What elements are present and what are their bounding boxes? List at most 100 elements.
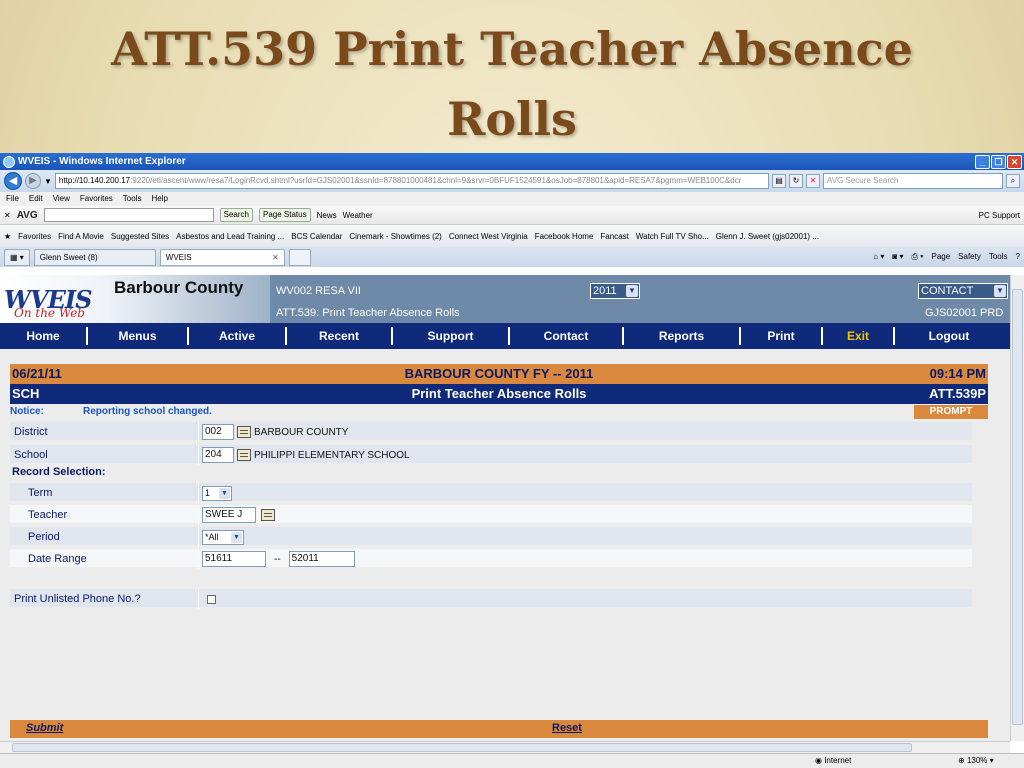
phone-label: Print Unlisted Phone No.? (14, 593, 141, 605)
forward-icon[interactable]: ▶ (25, 173, 41, 189)
period-select[interactable]: *All ▼ (202, 529, 244, 545)
page-status-button[interactable]: Page Status (259, 208, 311, 222)
favorites-star-icon[interactable]: ★ (4, 232, 11, 241)
menu-tools[interactable]: Tools (123, 192, 142, 206)
app-header: WVEIS On the Web Barbour County WV002 RE… (0, 275, 1010, 323)
contact-select[interactable]: CONTACT ▼ (918, 283, 1008, 299)
new-tab-button[interactable] (288, 248, 311, 266)
tab-glenn-sweet[interactable]: Glenn Sweet (8) (33, 248, 156, 266)
vertical-scrollbar[interactable] (1010, 275, 1024, 741)
help-icon[interactable]: ? (1016, 252, 1020, 262)
term-row: Term 1 ▼ (10, 483, 972, 503)
history-dropdown-icon[interactable]: ▼ (44, 177, 52, 186)
nav-print[interactable]: Print (741, 327, 823, 345)
phone-row: Print Unlisted Phone No.? (10, 589, 972, 609)
favorite-link[interactable]: Find A Movie (58, 232, 104, 241)
address-bar: ◀ ▶ ▼ http://10.140.200.17:9220/etl/asce… (0, 170, 1024, 192)
teacher-row: Teacher SWEE J (10, 505, 972, 525)
nav-contact[interactable]: Contact (510, 327, 624, 345)
page-name: ATT.539: Print Teacher Absence Rolls (276, 307, 460, 319)
stop-icon[interactable]: ✕ (806, 174, 820, 188)
favorite-link[interactable]: Cinemark - Showtimes (2) (349, 232, 441, 241)
term-select[interactable]: 1 ▼ (202, 485, 232, 501)
favorites-button[interactable]: Favorites (18, 232, 51, 241)
year-select[interactable]: 2011 ▼ (590, 283, 640, 299)
lookup-icon[interactable] (237, 449, 251, 461)
menu-help[interactable]: Help (151, 192, 167, 206)
scope-code: SCH (12, 386, 40, 401)
favorite-link[interactable]: Connect West Virginia (449, 232, 528, 241)
menu-view[interactable]: View (53, 192, 70, 206)
ie-logo-icon (3, 155, 15, 168)
security-zone: ◉ Internet (815, 756, 852, 765)
favorite-link[interactable]: Asbestos and Lead Training ... (176, 232, 284, 241)
horizontal-scrollbar[interactable] (0, 741, 1010, 753)
toolbar-search-input[interactable] (43, 208, 214, 222)
menu-favorites[interactable]: Favorites (80, 192, 113, 206)
date-to-input[interactable]: 52011 (288, 551, 355, 567)
slide-title: ATT.539 Print Teacher Absence Rolls (0, 14, 1024, 154)
favorite-link[interactable]: BCS Calendar (291, 232, 342, 241)
reset-button[interactable]: Reset (552, 722, 582, 734)
chevron-down-icon: ▼ (626, 285, 638, 297)
refresh-icon[interactable]: ↻ (789, 174, 803, 188)
form-footer: Submit Reset (10, 720, 988, 738)
nav-logout[interactable]: Logout (895, 327, 1003, 345)
back-icon[interactable]: ◀ (4, 172, 22, 190)
unlisted-phone-checkbox[interactable] (207, 594, 216, 604)
news-button[interactable]: News (317, 211, 337, 220)
pc-support-link[interactable]: PC Support (979, 211, 1020, 220)
toolbar-search-button[interactable]: Search (219, 208, 253, 222)
favorite-link[interactable]: Watch Full TV Sho... (636, 232, 709, 241)
menu-file[interactable]: File (6, 192, 19, 206)
lookup-icon[interactable] (237, 426, 251, 438)
minimize-icon[interactable]: _ (975, 154, 990, 169)
district-name: BARBOUR COUNTY (254, 426, 349, 438)
quick-tabs-icon[interactable]: ▦ ▾ (4, 248, 30, 266)
school-name: PHILIPPI ELEMENTARY SCHOOL (254, 449, 410, 461)
school-code-input[interactable]: 204 (202, 447, 234, 463)
restore-icon[interactable]: ❐ (991, 154, 1006, 169)
page-content: WVEIS On the Web Barbour County WV002 RE… (0, 275, 1010, 741)
tools-menu[interactable]: Tools (989, 252, 1008, 262)
favorite-link[interactable]: Fancast (600, 232, 628, 241)
print-icon[interactable]: ⎙ ▾ (912, 252, 924, 262)
tab-wveis[interactable]: WVEIS ✕ (159, 248, 285, 266)
avg-logo[interactable]: AVG (17, 210, 38, 221)
close-icon[interactable]: ✕ (1007, 154, 1022, 169)
zoom-level[interactable]: ⊕ 130% ▾ (958, 754, 994, 768)
district-code-input[interactable]: 002 (202, 424, 234, 440)
compat-view-icon[interactable]: ▤ (772, 174, 786, 188)
favorite-link[interactable]: Facebook Home (535, 232, 594, 241)
toolbar-close-icon[interactable]: ✕ (4, 211, 11, 220)
nav-menus[interactable]: Menus (88, 327, 189, 345)
nav-recent[interactable]: Recent (287, 327, 393, 345)
term-label: Term (28, 487, 53, 499)
notice-text: Reporting school changed. (83, 406, 212, 417)
submit-button[interactable]: Submit (26, 722, 63, 734)
nav-active[interactable]: Active (189, 327, 287, 345)
nav-support[interactable]: Support (393, 327, 510, 345)
form-header-bar: BARBOUR COUNTY FY -- 2011 06/21/11 09:14… (10, 364, 988, 384)
favorite-link[interactable]: Suggested Sites (111, 232, 169, 241)
favorite-link[interactable]: Glenn J. Sweet (gjs02001) ... (716, 232, 819, 241)
tab-close-icon[interactable]: ✕ (272, 250, 279, 265)
county-name: Barbour County (114, 278, 244, 297)
feeds-icon[interactable]: ◙ ▾ (892, 252, 903, 262)
home-icon[interactable]: ⌂ ▾ (873, 252, 884, 262)
teacher-input[interactable]: SWEE J (202, 507, 256, 523)
weather-button[interactable]: Weather (343, 211, 373, 220)
search-icon[interactable]: ⌕ (1006, 174, 1020, 188)
lookup-icon[interactable] (261, 509, 275, 521)
page-menu[interactable]: Page (931, 252, 950, 262)
nav-exit[interactable]: Exit (823, 327, 895, 345)
nav-home[interactable]: Home (0, 327, 88, 345)
url-input[interactable]: http://10.140.200.17:9220/etl/ascent/www… (54, 173, 769, 189)
slide-title-line2: Rolls (447, 92, 577, 146)
date-from-input[interactable]: 51611 (202, 551, 266, 567)
date-range-label: Date Range (28, 553, 87, 565)
menu-edit[interactable]: Edit (29, 192, 43, 206)
safety-menu[interactable]: Safety (958, 252, 981, 262)
search-input[interactable]: AVG Secure Search (823, 173, 1003, 189)
nav-reports[interactable]: Reports (624, 327, 741, 345)
